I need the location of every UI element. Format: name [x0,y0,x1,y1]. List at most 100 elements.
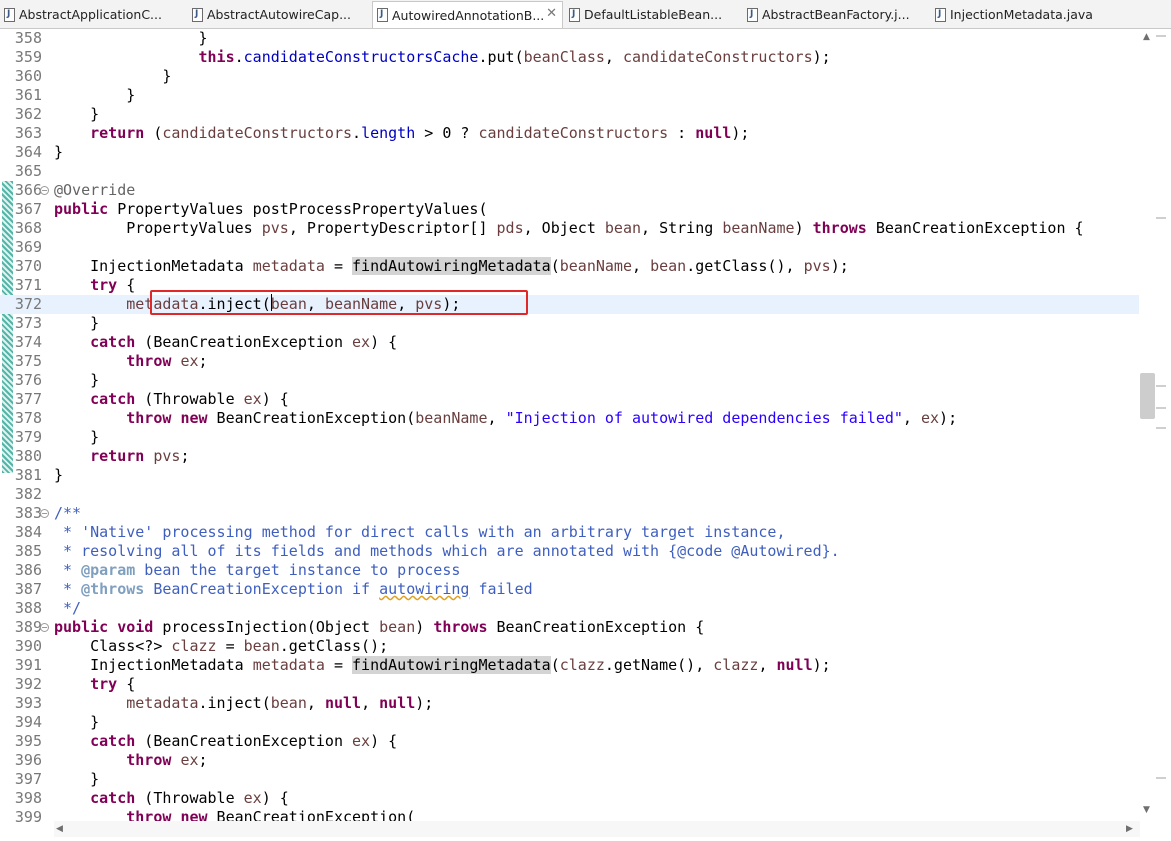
code-line[interactable]: 381} [0,466,1140,485]
code-text[interactable]: * resolving all of its fields and method… [54,542,840,561]
code-text[interactable]: public void processInjection(Object bean… [54,618,704,637]
code-line[interactable]: 363 return (candidateConstructors.length… [0,124,1140,143]
code-line[interactable]: 365 [0,162,1140,181]
code-text[interactable]: } [54,105,99,124]
overview-ruler-tick[interactable] [1156,385,1166,387]
code-line[interactable]: 383 /** [0,504,1140,523]
code-line[interactable]: 361 } [0,86,1140,105]
code-line[interactable]: 388 */ [0,599,1140,618]
code-line[interactable]: 392 try { [0,675,1140,694]
overview-ruler-tick[interactable] [1156,777,1166,779]
close-tab-icon[interactable]: ✕ [546,6,557,21]
code-line[interactable]: 376 } [0,371,1140,390]
code-line[interactable]: 386 * @param bean the target instance to… [0,561,1140,580]
code-text[interactable]: throw ex; [54,352,207,371]
code-text[interactable]: */ [54,599,81,618]
code-line[interactable]: 393 metadata.inject(bean, null, null); [0,694,1140,713]
scrollbar-thumb[interactable] [1140,373,1155,419]
code-line[interactable]: 378 throw new BeanCreationException(bean… [0,409,1140,428]
code-line[interactable]: 358 } [0,29,1140,48]
code-text[interactable]: } [54,428,99,447]
code-editor[interactable]: 358 } 359 this.candidateConstructorsCache… [0,29,1171,841]
tab-injection-metadata[interactable]: InjectionMetadata.java [931,2,1131,27]
code-line[interactable]: 385 * resolving all of its fields and me… [0,542,1140,561]
code-text[interactable]: * @throws BeanCreationException if autow… [54,580,533,599]
code-line[interactable]: 394 } [0,713,1140,732]
code-text[interactable]: this.candidateConstructorsCache.put(bean… [54,48,831,67]
code-line[interactable]: 387 * @throws BeanCreationException if a… [0,580,1140,599]
code-text[interactable]: return pvs; [54,447,189,466]
fold-collapse-icon[interactable]: − [40,186,49,195]
code-line[interactable]: 397 } [0,770,1140,789]
code-text[interactable]: PropertyValues pvs, PropertyDescriptor[]… [54,219,1083,238]
code-line[interactable]: 384 * 'Native' processing method for dir… [0,523,1140,542]
fold-collapse-icon[interactable]: − [40,623,49,632]
code-line[interactable]: 374 catch (BeanCreationException ex) { [0,333,1140,352]
code-text[interactable]: @Override [54,181,135,200]
code-line[interactable]: 396 throw ex; [0,751,1140,770]
tab-autowired-annotation-bean[interactable]: AutowiredAnnotationB... ✕ [372,1,563,28]
code-line[interactable]: 368 PropertyValues pvs, PropertyDescript… [0,219,1140,238]
code-text[interactable]: } [54,713,99,732]
code-text[interactable]: } [54,770,99,789]
code-text[interactable]: } [54,371,99,390]
code-text[interactable]: try { [54,276,135,295]
code-text[interactable]: } [54,314,99,333]
tab-abstract-autowire-capable[interactable]: AbstractAutowireCap... [188,2,372,27]
code-line[interactable]: 379 } [0,428,1140,447]
code-text[interactable]: * 'Native' processing method for direct … [54,523,785,542]
overview-ruler-tick[interactable] [1156,427,1166,429]
code-line[interactable]: 382 [0,485,1140,504]
code-text[interactable]: return (candidateConstructors.length > 0… [54,124,749,143]
code-text[interactable]: InjectionMetadata metadata = findAutowir… [54,257,849,276]
fold-collapse-icon[interactable]: − [40,509,49,518]
code-line[interactable]: 367 public PropertyValues postProcessProp… [0,200,1140,219]
code-text[interactable]: /** [54,504,81,523]
scroll-up-icon[interactable]: ▲ [1143,32,1150,42]
code-text[interactable]: catch (BeanCreationException ex) { [54,333,397,352]
code-line[interactable]: 362 } [0,105,1140,124]
code-line[interactable]: 359 this.candidateConstructorsCache.put(… [0,48,1140,67]
code-text[interactable]: try { [54,675,135,694]
code-line[interactable]: 377 catch (Throwable ex) { [0,390,1140,409]
overview-ruler-tick[interactable] [1156,35,1166,37]
code-text[interactable]: catch (BeanCreationException ex) { [54,732,397,751]
code-line[interactable]: 370 InjectionMetadata metadata = findAut… [0,257,1140,276]
code-text[interactable]: metadata.inject(bean, null, null); [54,694,433,713]
code-text[interactable]: catch (Throwable ex) { [54,789,289,808]
overview-ruler-tick[interactable] [1156,217,1166,219]
overview-ruler-tick[interactable] [1156,407,1166,409]
code-line[interactable]: 364} [0,143,1140,162]
code-text[interactable]: } [54,86,135,105]
code-text[interactable]: } [54,143,63,162]
tab-abstract-bean-factory[interactable]: AbstractBeanFactory.j... [743,2,931,27]
code-line[interactable]: 389 public void processInjection(Object b… [0,618,1140,637]
tab-default-listable-bean[interactable]: DefaultListableBean... [565,2,743,27]
scroll-down-icon[interactable]: ▼ [1143,805,1150,815]
code-line[interactable]: 369 [0,238,1140,257]
code-text[interactable]: throw ex; [54,751,207,770]
code-text[interactable]: } [54,67,171,86]
tab-abstract-application-context[interactable]: AbstractApplicationC... [0,2,188,27]
code-line[interactable]: 366 @Override [0,181,1140,200]
horizontal-scrollbar[interactable]: ◀ ▶ [54,821,1140,837]
code-line[interactable]: 375 throw ex; [0,352,1140,371]
code-text[interactable]: * @param bean the target instance to pro… [54,561,460,580]
code-text[interactable]: public PropertyValues postProcessPropert… [54,200,487,219]
code-line[interactable]: 380 return pvs; [0,447,1140,466]
code-text[interactable]: Class<?> clazz = bean.getClass(); [54,637,388,656]
code-text[interactable]: throw new BeanCreationException(beanName… [54,409,957,428]
code-line[interactable]: 395 catch (BeanCreationException ex) { [0,732,1140,751]
code-line[interactable]: 391 InjectionMetadata metadata = findAut… [0,656,1140,675]
code-text[interactable]: } [54,29,207,48]
vertical-scrollbar[interactable]: ▲ ▼ [1139,29,1171,841]
scroll-right-icon[interactable]: ▶ [1126,824,1133,834]
code-line[interactable]: 373 } [0,314,1140,333]
code-text[interactable]: catch (Throwable ex) { [54,390,289,409]
code-line[interactable]: 360 } [0,67,1140,86]
scroll-left-icon[interactable]: ◀ [56,824,63,834]
code-text[interactable]: InjectionMetadata metadata = findAutowir… [54,656,831,675]
code-text[interactable]: } [54,466,63,485]
code-line[interactable]: 398 catch (Throwable ex) { [0,789,1140,808]
code-line[interactable]: 390 Class<?> clazz = bean.getClass(); [0,637,1140,656]
